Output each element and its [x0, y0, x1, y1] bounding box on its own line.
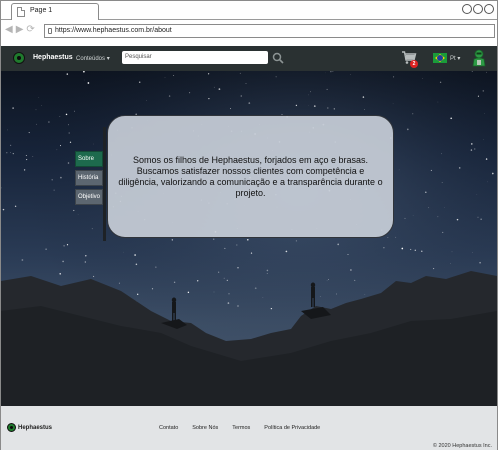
url-text: https://www.hephaestus.com.br/about [55, 27, 172, 34]
footer-logo-icon[interactable] [7, 423, 16, 432]
about-side-nav: Sobre História Objetivo [75, 151, 103, 208]
hephaestus-logo-icon[interactable] [13, 52, 25, 64]
footer-link-privacidade[interactable]: Política de Privacidade [264, 425, 320, 431]
footer-links: Contato Sobre Nós Termos Política de Pri… [159, 425, 320, 431]
side-nav-divider [103, 127, 106, 241]
close-button[interactable] [484, 4, 494, 14]
language-label: Pt [450, 56, 456, 62]
address-bar[interactable]: https://www.hephaestus.com.br/about [44, 24, 495, 38]
contents-menu-label: Conteúdos [76, 56, 106, 62]
contents-menu[interactable]: Conteúdos ▾ [76, 55, 110, 62]
window-controls [462, 4, 494, 14]
copyright-text: © 2020 Hephaestus Inc. [432, 443, 492, 449]
about-card: Somos os filhos de Hephaestus, forjados … [107, 115, 394, 238]
language-selector[interactable]: Pt ▾ [450, 55, 460, 62]
footer-link-sobre-nos[interactable]: Sobre Nós [192, 425, 218, 431]
reload-icon[interactable]: ⟳ [26, 25, 34, 35]
browser-window: Page 1 ◀ ▶ ⟳ https://www.hephaestus.com.… [0, 0, 498, 450]
browser-tab[interactable]: Page 1 [11, 3, 99, 20]
footer-link-contato[interactable]: Contato [159, 425, 178, 431]
tab-bar: Page 1 [1, 1, 497, 20]
site-header: Hephaestus Conteúdos ▾ Pesquisar 2 Pt ▾ [1, 46, 497, 71]
browser-toolbar: ◀ ▶ ⟳ https://www.hephaestus.com.br/abou… [1, 20, 497, 42]
minimize-button[interactable] [462, 4, 472, 14]
footer-brand[interactable]: Hephaestus [18, 425, 52, 431]
maximize-button[interactable] [473, 4, 483, 14]
chevron-down-icon: ▾ [457, 56, 461, 62]
brazil-flag-icon[interactable] [433, 53, 447, 63]
search-input[interactable]: Pesquisar [122, 51, 268, 64]
hero-section: Sobre História Objetivo Somos os filhos … [1, 71, 497, 406]
back-icon[interactable]: ◀ [5, 25, 13, 35]
search-icon[interactable] [272, 52, 284, 64]
forward-icon[interactable]: ▶ [16, 25, 24, 35]
user-avatar-icon[interactable] [471, 49, 487, 67]
brand-name[interactable]: Hephaestus [33, 54, 73, 61]
page-icon [17, 7, 25, 17]
footer-link-termos[interactable]: Termos [232, 425, 250, 431]
side-nav-item-objetivo[interactable]: Objetivo [75, 189, 103, 205]
chevron-down-icon: ▾ [106, 56, 110, 62]
lock-icon [48, 28, 52, 34]
tab-title: Page 1 [30, 7, 53, 14]
about-text: Somos os filhos de Hephaestus, forjados … [118, 154, 383, 198]
cart-count-badge: 2 [410, 60, 418, 68]
site-footer: Hephaestus Contato Sobre Nós Termos Polí… [1, 406, 497, 450]
side-nav-item-sobre[interactable]: Sobre [75, 151, 103, 167]
side-nav-item-historia[interactable]: História [75, 170, 103, 186]
